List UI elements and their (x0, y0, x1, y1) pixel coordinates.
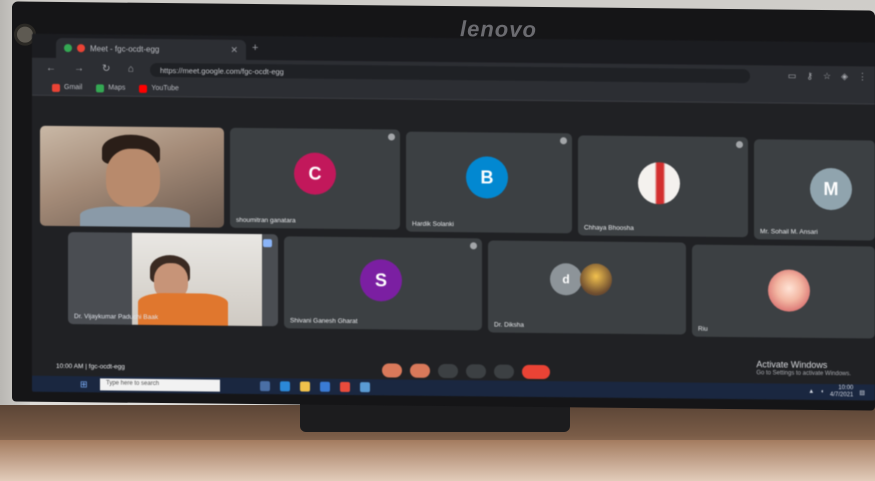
file-explorer-icon[interactable] (300, 381, 310, 392)
more-options-icon[interactable] (388, 133, 395, 141)
back-icon[interactable]: ← (46, 63, 56, 74)
participant-tile[interactable]: C shoumitran ganatara (230, 127, 400, 230)
meet-favicon-icon (64, 44, 72, 53)
mail-icon[interactable] (360, 382, 370, 393)
notifications-icon[interactable]: ▤ (859, 389, 865, 396)
participant-face (106, 148, 160, 208)
store-icon[interactable] (320, 381, 330, 392)
meet-grid: C shoumitran ganatara B Hardik Solanki C… (32, 95, 875, 367)
browser-actions: ▭ ⚷ ☆ ◈ ⋮ (788, 71, 867, 83)
bookmark-maps[interactable]: Maps (96, 83, 125, 92)
avatar: S (360, 259, 402, 302)
monitor: lenovo Meet - fgc-ocdt-egg ✕ + ← → ↻ ⌂ h… (12, 1, 875, 411)
desk-edge (0, 440, 875, 481)
camera-button[interactable] (410, 363, 430, 378)
participant-name: Shivani Ganesh Gharat (290, 317, 358, 326)
participant-name: Mr. Sohail M. Ansari (760, 228, 818, 236)
participant-photo-avatar (580, 263, 612, 296)
more-options-button[interactable] (494, 364, 514, 379)
pin-icon[interactable] (263, 239, 272, 248)
participant-name: Dr. Diksha (494, 321, 524, 329)
participant-tile[interactable]: M Mr. Sohail M. Ansari (754, 139, 875, 241)
menu-icon[interactable]: ⋮ (858, 71, 867, 82)
reload-icon[interactable]: ↻ (102, 63, 110, 74)
participant-name: Riu (698, 325, 708, 333)
key-icon[interactable]: ⚷ (806, 71, 813, 82)
participant-photo-avatar (768, 269, 810, 312)
edge-icon[interactable] (280, 381, 290, 392)
participant-name: Chhaya Bhoosha (584, 224, 634, 232)
present-button[interactable] (466, 364, 486, 379)
extensions-icon[interactable]: ◈ (841, 71, 848, 82)
browser-tab[interactable]: Meet - fgc-ocdt-egg ✕ (56, 37, 246, 60)
volume-icon[interactable]: ◖ (820, 389, 824, 395)
avatar: M (810, 167, 852, 211)
participant-tile-video[interactable] (40, 125, 224, 228)
home-icon[interactable]: ⌂ (128, 64, 134, 75)
url-field[interactable]: https://meet.google.com/fgc-ocdt-egg (150, 62, 750, 84)
bookmark-youtube[interactable]: YouTube (139, 84, 179, 93)
new-tab-icon[interactable]: + (252, 42, 258, 54)
taskbar-search[interactable]: Type here to search (100, 378, 220, 392)
mic-button[interactable] (382, 363, 402, 378)
participant-photo-avatar (638, 162, 680, 205)
participant-name: Hardik Solanki (412, 220, 454, 229)
taskbar-apps (260, 381, 370, 393)
participant-tile-video[interactable]: Dr. Vijaykumar Paduchi Baak (68, 232, 278, 327)
participant-name: Dr. Vijaykumar Paduchi Baak (74, 313, 159, 322)
more-options-icon[interactable] (736, 141, 743, 149)
gmail-icon (52, 83, 60, 92)
windows-start-icon[interactable]: ⊞ (80, 379, 94, 389)
recording-icon (77, 44, 85, 53)
avatar: C (294, 152, 336, 195)
close-tab-icon[interactable]: ✕ (230, 44, 238, 55)
captions-button[interactable] (438, 363, 458, 379)
tab-title: Meet - fgc-ocdt-egg (90, 43, 160, 54)
participant-tile[interactable]: Riu (692, 244, 875, 339)
chrome-icon[interactable] (340, 381, 350, 393)
avatar: B (466, 156, 508, 199)
more-options-icon[interactable] (560, 137, 567, 145)
task-view-icon[interactable] (260, 381, 270, 392)
bookmark-gmail[interactable]: Gmail (52, 83, 82, 92)
end-call-button[interactable] (522, 364, 550, 380)
system-tray: ▲ ◖ 10:00 4/7/2021 ▤ (808, 385, 865, 400)
call-controls (382, 363, 550, 380)
meeting-info: 10:00 AM | fgc-ocdt-egg (56, 362, 125, 371)
forward-icon[interactable]: → (74, 63, 84, 74)
participant-name: shoumitran ganatara (236, 216, 296, 225)
maps-icon (96, 83, 105, 92)
photo-scene: lenovo Meet - fgc-ocdt-egg ✕ + ← → ↻ ⌂ h… (0, 0, 875, 481)
avatar: d (550, 263, 582, 296)
participant-tile[interactable]: Chhaya Bhoosha (578, 135, 748, 238)
screen: Meet - fgc-ocdt-egg ✕ + ← → ↻ ⌂ https://… (32, 33, 875, 401)
youtube-icon (139, 84, 148, 93)
activate-windows-watermark: Activate Windows Go to Settings to activ… (756, 359, 851, 378)
participant-shirt (80, 206, 190, 228)
star-icon[interactable]: ☆ (823, 71, 831, 82)
participant-tile[interactable]: B Hardik Solanki (406, 131, 572, 234)
participant-tile[interactable]: d Dr. Diksha (488, 240, 686, 335)
network-icon[interactable]: ▲ (808, 389, 814, 395)
taskbar-clock[interactable]: 10:00 4/7/2021 (830, 385, 853, 399)
camera-icon[interactable]: ▭ (788, 71, 797, 82)
more-options-icon[interactable] (470, 242, 477, 250)
participant-tile[interactable]: S Shivani Ganesh Gharat (284, 236, 482, 331)
